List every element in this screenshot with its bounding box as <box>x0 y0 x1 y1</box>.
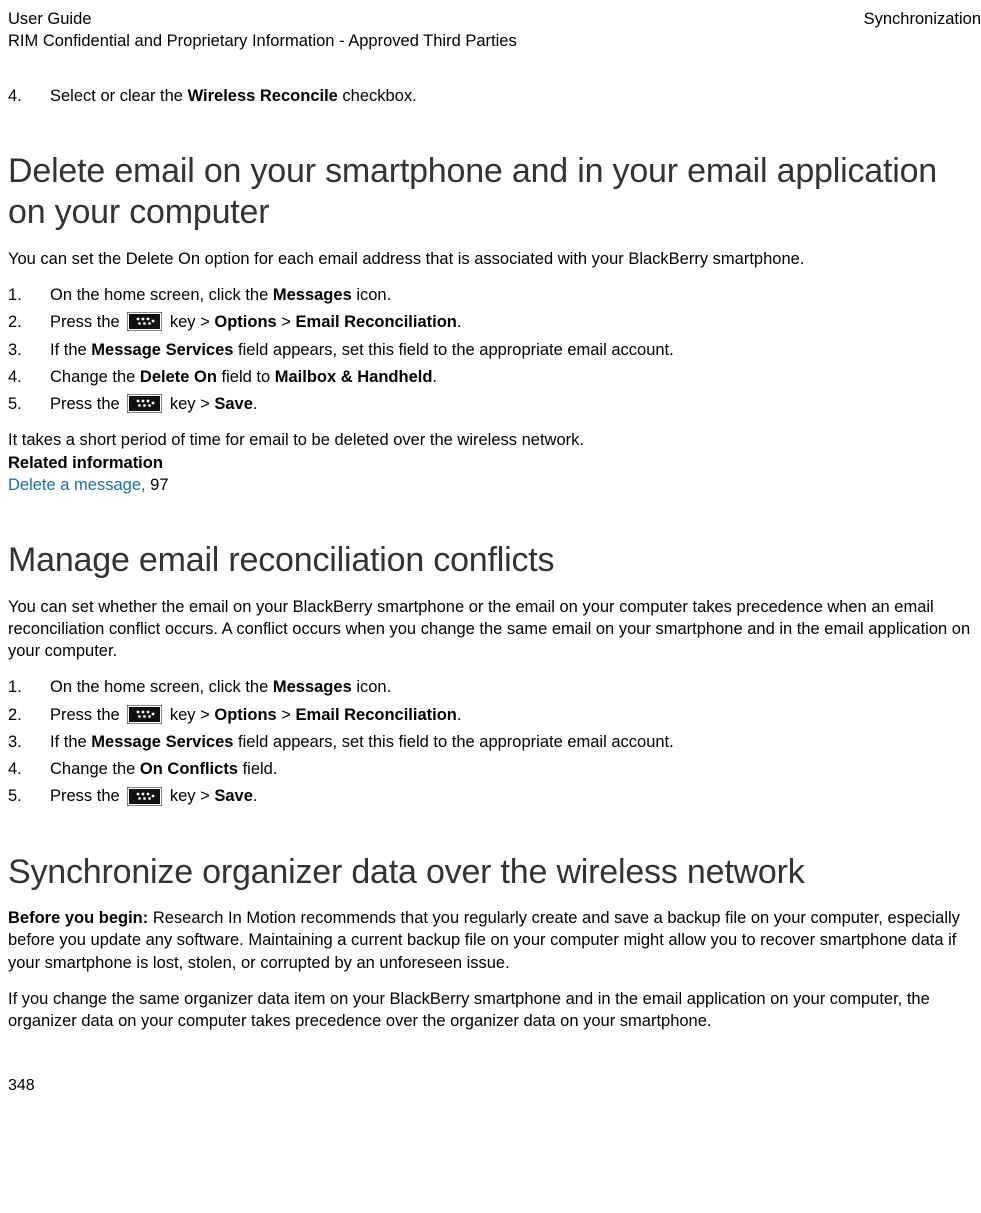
step-body: If the Message Services field appears, s… <box>50 339 981 361</box>
page-header: User Guide RIM Confidential and Propriet… <box>8 8 981 53</box>
section-3-before: Before you begin: Research In Motion rec… <box>8 907 981 974</box>
step-number: 5. <box>8 393 50 415</box>
step-item: 5. Press the key > Save. <box>8 393 981 415</box>
step-body: Select or clear the Wireless Reconcile c… <box>50 85 981 107</box>
step-number: 1. <box>8 284 50 306</box>
related-page: 97 <box>146 476 169 494</box>
section-1-title: Delete email on your smartphone and in y… <box>8 151 981 234</box>
step-body: Press the key > Options > Email Reconcil… <box>50 704 981 726</box>
section-2-intro: You can set whether the email on your Bl… <box>8 596 981 663</box>
step-number: 2. <box>8 704 50 726</box>
step-body: Press the key > Save. <box>50 393 981 415</box>
section-1-intro: You can set the Delete On option for eac… <box>8 248 981 270</box>
step-body: Press the key > Options > Email Reconcil… <box>50 311 981 333</box>
section-3-title: Synchronize organizer data over the wire… <box>8 852 981 893</box>
header-guide: User Guide <box>8 8 517 30</box>
blackberry-key-icon <box>127 394 162 413</box>
related-link-line: Delete a message, 97 <box>8 474 973 496</box>
step-item: 3. If the Message Services field appears… <box>8 731 981 753</box>
header-notice: RIM Confidential and Proprietary Informa… <box>8 30 517 52</box>
section-2-steps: 1. On the home screen, click the Message… <box>8 676 981 807</box>
step-body: On the home screen, click the Messages i… <box>50 676 981 698</box>
section-1-steps: 1. On the home screen, click the Message… <box>8 284 981 415</box>
orphan-step-4: 4. Select or clear the Wireless Reconcil… <box>8 85 981 107</box>
step-item: 2. Press the key > Options > Email Recon… <box>8 311 981 333</box>
step-number: 2. <box>8 311 50 333</box>
related-link[interactable]: Delete a message, <box>8 476 146 494</box>
step-body: If the Message Services field appears, s… <box>50 731 981 753</box>
section-3-para2: If you change the same organizer data it… <box>8 988 981 1033</box>
step-body: On the home screen, click the Messages i… <box>50 284 981 306</box>
step-body: Change the Delete On field to Mailbox & … <box>50 366 981 388</box>
page-number: 348 <box>8 1075 981 1097</box>
step-number: 4. <box>8 85 50 107</box>
step-item: 4. Change the On Conflicts field. <box>8 758 981 780</box>
header-section: Synchronization <box>864 8 981 30</box>
after-text: It takes a short period of time for emai… <box>8 429 973 451</box>
blackberry-key-icon <box>127 312 162 331</box>
step-number: 1. <box>8 676 50 698</box>
step-item: 5. Press the key > Save. <box>8 785 981 807</box>
step-item: 1. On the home screen, click the Message… <box>8 284 981 306</box>
step-item: 4. Change the Delete On field to Mailbox… <box>8 366 981 388</box>
step-item: 2. Press the key > Options > Email Recon… <box>8 704 981 726</box>
before-begin-label: Before you begin: <box>8 909 153 927</box>
step-item: 3. If the Message Services field appears… <box>8 339 981 361</box>
header-left: User Guide RIM Confidential and Propriet… <box>8 8 517 53</box>
step-number: 3. <box>8 731 50 753</box>
related-info-label: Related information <box>8 454 163 472</box>
blackberry-key-icon <box>127 705 162 724</box>
step-number: 5. <box>8 785 50 807</box>
step-number: 3. <box>8 339 50 361</box>
section-2-title: Manage email reconciliation conflicts <box>8 540 981 581</box>
step-number: 4. <box>8 366 50 388</box>
step-item: 1. On the home screen, click the Message… <box>8 676 981 698</box>
step-body: Change the On Conflicts field. <box>50 758 981 780</box>
blackberry-key-icon <box>127 787 162 806</box>
step-body: Press the key > Save. <box>50 785 981 807</box>
section-1-after: It takes a short period of time for emai… <box>8 429 981 496</box>
step-number: 4. <box>8 758 50 780</box>
